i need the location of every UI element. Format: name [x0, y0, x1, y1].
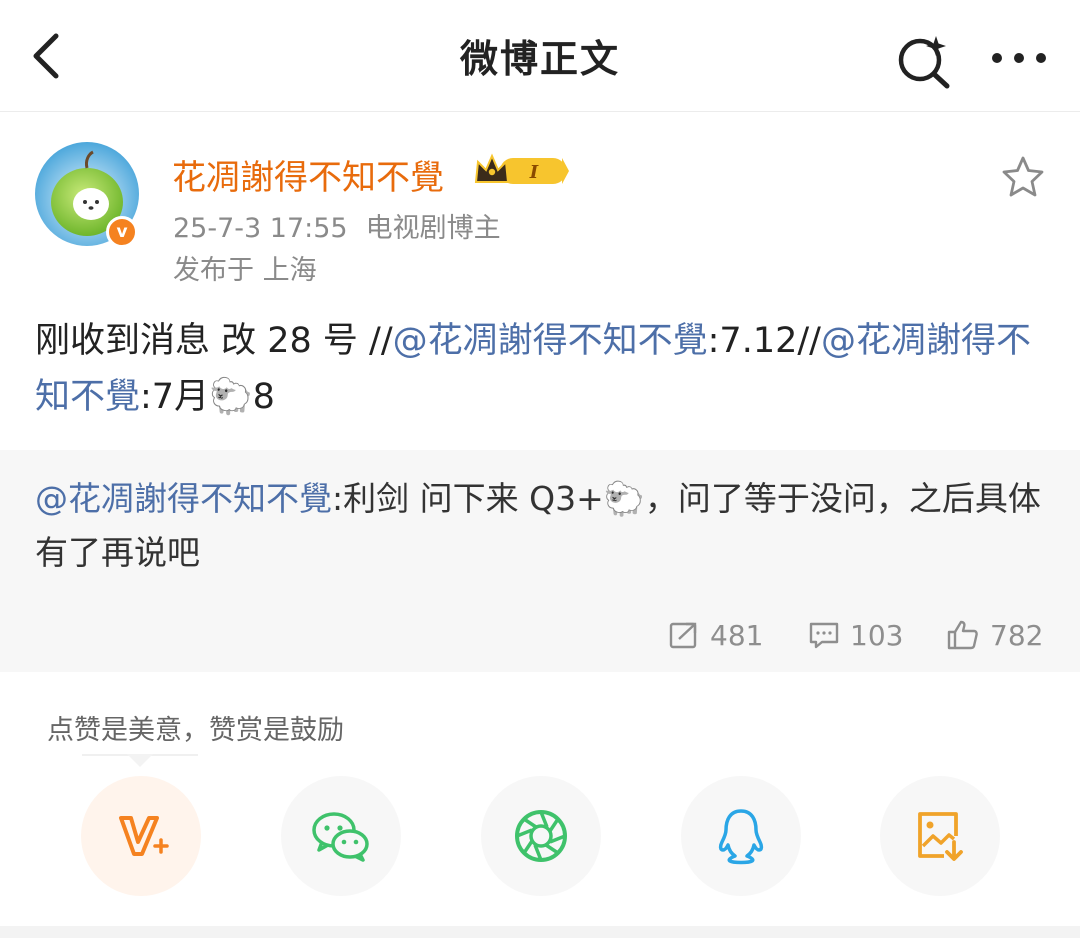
body-text-4: 8: [252, 377, 275, 417]
verified-badge: v: [106, 216, 138, 248]
wechat-icon: [312, 812, 369, 862]
member-crown-icon[interactable]: I: [472, 152, 570, 190]
moments-icon: [515, 810, 567, 862]
save-image-button[interactable]: [880, 776, 1000, 896]
bottom-divider: [0, 926, 1080, 938]
qq-icon: [718, 809, 764, 865]
post-date: 25-7-3 17:55: [173, 213, 348, 244]
tip-arrow: [127, 754, 153, 767]
reward-v-icon: [119, 816, 169, 856]
favorite-star-icon[interactable]: [1000, 154, 1046, 200]
navigation-bar: 微博正文: [0, 0, 1080, 112]
more-dots-icon[interactable]: [984, 28, 1054, 88]
comment-count[interactable]: 103: [808, 612, 903, 658]
post-source: 电视剧博主: [365, 213, 501, 244]
retweet-text: @花凋謝得不知不覺:利剑 问下来 Q3+🐑，问了等于没问，之后具体有了再说吧: [35, 472, 1045, 580]
sheep-emoji: 🐑: [603, 479, 645, 518]
share-qq-button[interactable]: [681, 776, 801, 896]
username[interactable]: 花凋謝得不知不覺: [172, 150, 444, 199]
retweet-stats: 481 103 782: [0, 612, 1080, 658]
comment-count-value: 103: [850, 618, 904, 652]
sheep-emoji: 🐑: [209, 377, 253, 417]
body-text-2: :7.12//: [707, 321, 821, 361]
share-moments-button[interactable]: [481, 776, 601, 896]
comment-icon: [809, 622, 839, 649]
repost-icon: [669, 622, 697, 649]
post-body: 刚收到消息 改 28 号 //@花凋謝得不知不覺:7.12//@花凋謝得不知不覺…: [35, 313, 1045, 425]
repost-count-value: 481: [710, 618, 764, 652]
reward-button[interactable]: [81, 776, 201, 896]
like-count-value: 782: [990, 618, 1044, 652]
search-icon[interactable]: [892, 28, 956, 92]
repost-count[interactable]: 481: [668, 612, 763, 658]
member-level: I: [529, 162, 539, 183]
body-text-3: :7月: [140, 377, 210, 417]
retweet-text-1: :利剑 问下来 Q3+: [332, 479, 604, 518]
like-count[interactable]: 782: [946, 612, 1043, 658]
save-image-icon: [918, 812, 963, 861]
share-wechat-button[interactable]: [281, 776, 401, 896]
post-location: 发布于 上海: [173, 255, 317, 286]
post-meta: 25-7-3 17:55 电视剧博主: [173, 206, 501, 245]
reward-tip: 点赞是美意，赞赏是鼓励: [47, 715, 344, 746]
mention-link[interactable]: @花凋謝得不知不覺: [393, 321, 708, 361]
mention-link[interactable]: @花凋謝得不知不覺: [35, 479, 332, 518]
like-thumb-icon: [947, 620, 978, 650]
body-text-1: 刚收到消息 改 28 号 //: [35, 321, 393, 361]
